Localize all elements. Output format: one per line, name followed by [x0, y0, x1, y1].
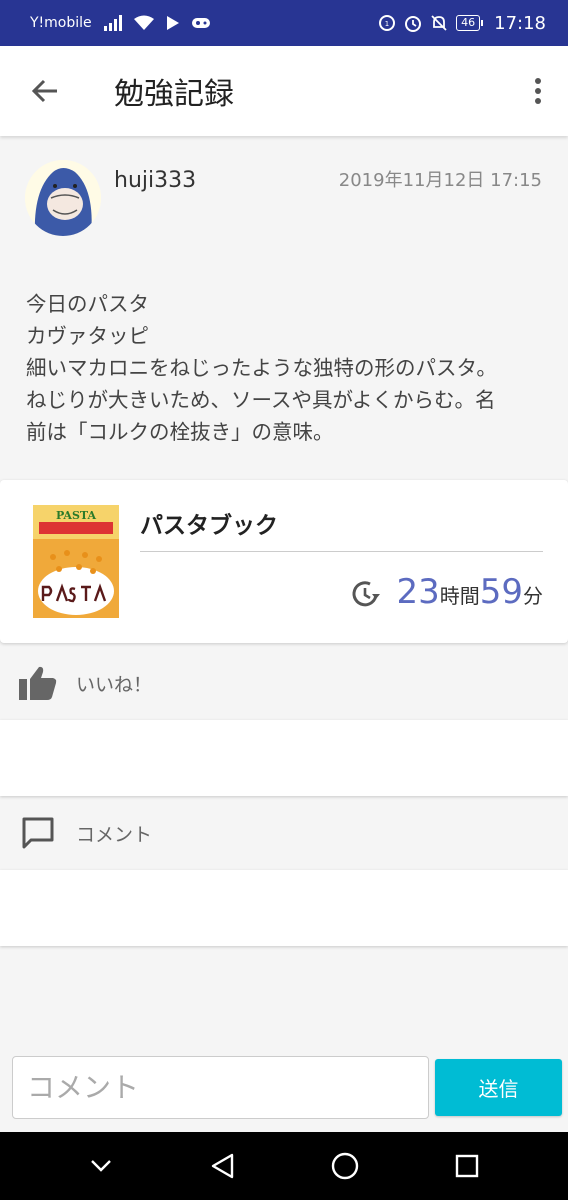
triangle-back-icon — [211, 1153, 234, 1179]
post: huji333 2019年11月12日 17:15 今日のパスタ カヴァタッピ … — [0, 138, 568, 478]
nav-back-button[interactable] — [193, 1136, 253, 1196]
comments-list — [0, 870, 568, 946]
navigation-bar — [0, 1132, 568, 1200]
divider — [140, 551, 543, 552]
alarm-icon — [404, 14, 422, 32]
more-vert-icon — [535, 78, 541, 104]
comment-input[interactable] — [12, 1056, 429, 1119]
shark-avatar-icon — [25, 160, 101, 236]
data-saver-icon — [166, 15, 180, 31]
back-button[interactable] — [0, 46, 90, 136]
minutes-unit: 分 — [523, 584, 543, 608]
book-cover-title: PASTA — [56, 509, 97, 522]
status-time: 17:18 — [494, 12, 546, 34]
likes-list — [0, 720, 568, 796]
like-button[interactable]: いいね！ — [0, 652, 568, 714]
notifications-off-icon — [430, 14, 448, 32]
thumb-up-icon — [19, 666, 57, 700]
post-date: 2019年11月12日 17:15 — [338, 170, 542, 191]
hours-unit: 時間 — [439, 584, 480, 608]
send-button[interactable]: 送信 — [435, 1059, 562, 1116]
book-card[interactable]: PASTA パスタブック 23 時間 59 分 — [0, 480, 568, 643]
comment-icon — [22, 817, 54, 849]
book-cover-image: PASTA — [33, 505, 119, 618]
username[interactable]: huji333 — [114, 168, 196, 193]
page-title: 勉強記録 — [114, 77, 234, 112]
post-body: 今日のパスタ カヴァタッピ 細いマカロニをねじったような独特の形のパスタ。 ねじ… — [26, 288, 546, 448]
app-bar: 勉強記録 — [0, 46, 568, 136]
post-body-line: カヴァタッピ — [26, 324, 149, 348]
status-bar: Y!mobile 1 46 17:18 — [0, 0, 568, 46]
more-menu-button[interactable] — [508, 46, 568, 136]
comment-input-bar: 送信 — [0, 1050, 568, 1132]
history-clock-icon — [353, 581, 381, 607]
arrow-back-icon — [31, 79, 57, 103]
svg-text:1: 1 — [385, 20, 389, 28]
study-hours: 23 — [396, 572, 440, 612]
game-icon — [191, 16, 210, 30]
avatar[interactable] — [25, 160, 101, 236]
post-body-line: ねじりが大きいため、ソースや具がよくからむ。名 — [26, 388, 496, 412]
like-label: いいね！ — [76, 673, 153, 696]
comments-header: コメント — [0, 802, 568, 864]
sync-icon: 1 — [378, 14, 396, 32]
nav-home-button[interactable] — [315, 1136, 375, 1196]
comments-label: コメント — [76, 823, 153, 846]
post-body-line: 今日のパスタ — [26, 292, 149, 316]
nav-hide-button[interactable] — [71, 1136, 131, 1196]
carrier-label: Y!mobile — [30, 15, 92, 31]
post-body-line: 前は「コルクの栓抜き」の意味。 — [26, 420, 334, 444]
wifi-icon — [133, 15, 154, 31]
study-minutes: 59 — [479, 572, 523, 612]
nav-recents-button[interactable] — [437, 1136, 497, 1196]
book-title: パスタブック — [140, 513, 278, 539]
chevron-down-icon — [91, 1160, 111, 1172]
post-body-line: 細いマカロニをねじったような独特の形のパスタ。 — [26, 356, 497, 380]
study-time: 23 時間 59 分 — [350, 572, 543, 612]
signal-icon — [103, 15, 122, 31]
battery-icon: 46 — [456, 15, 484, 31]
square-recents-icon — [455, 1154, 479, 1178]
circle-home-icon — [331, 1152, 359, 1180]
